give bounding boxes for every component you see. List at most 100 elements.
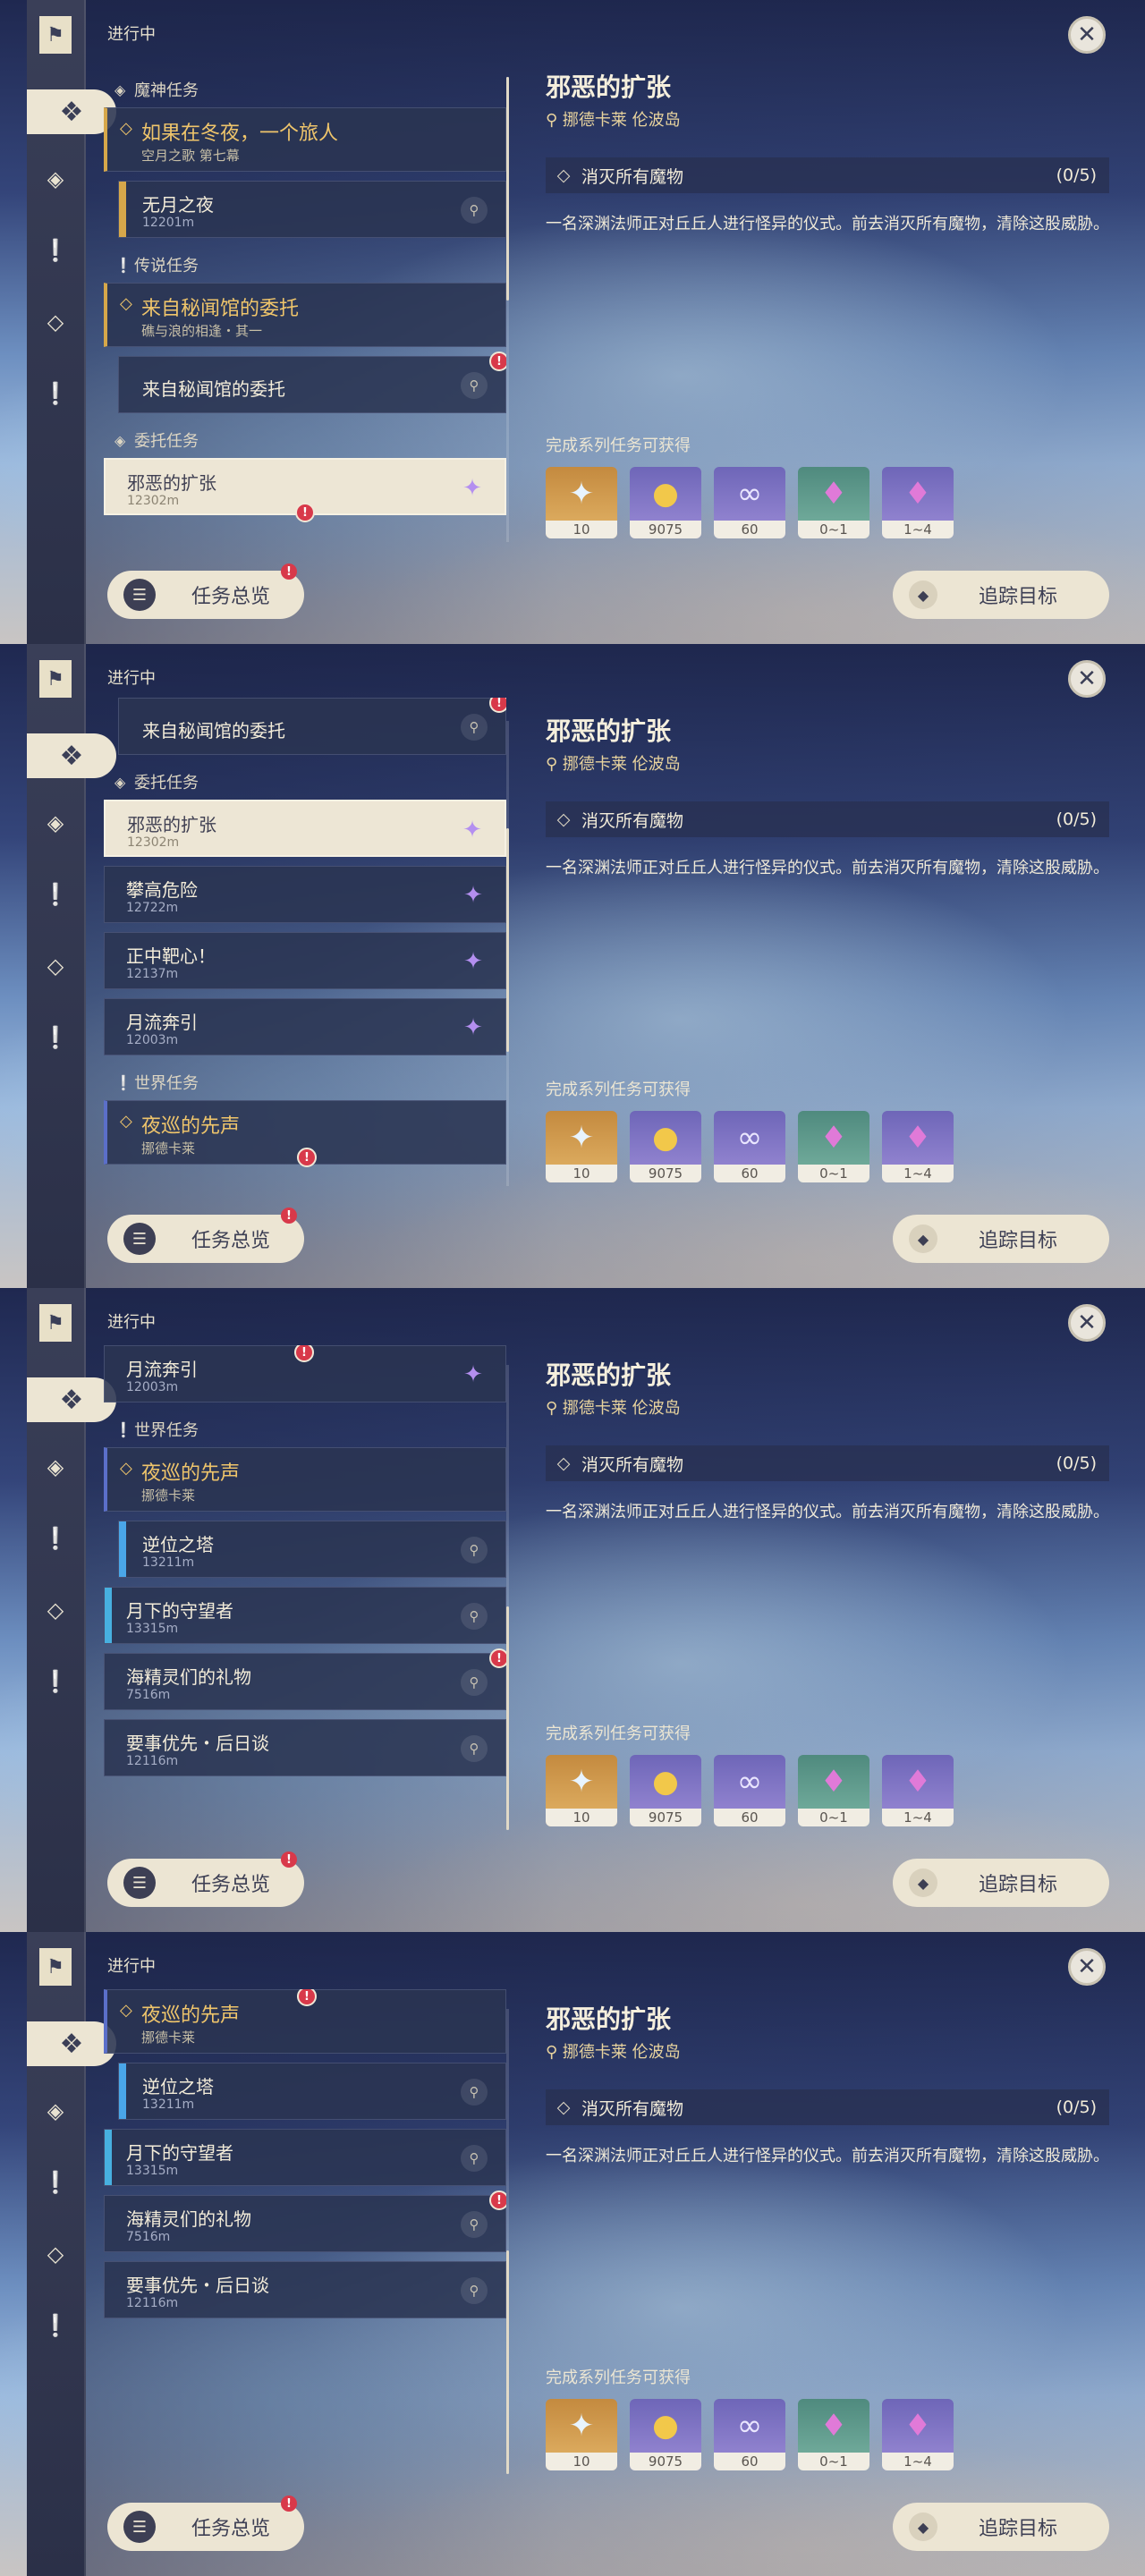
list-scrollbar[interactable]: [506, 2009, 509, 2474]
quest-moonflow[interactable]: 月流奔引 12003m ✦ !: [104, 1345, 506, 1402]
reward-item[interactable]: ♦ 0~1: [798, 1755, 869, 1826]
list-scrollbar[interactable]: [506, 721, 509, 1186]
locate-pin-icon[interactable]: ⚲: [461, 197, 488, 224]
quest-overview-button[interactable]: ☰ 任务总览!: [107, 1852, 304, 1907]
world-quest-tab-icon[interactable]: ❕: [38, 2308, 73, 2343]
archon-quest-tab-icon[interactable]: ◈: [38, 805, 73, 841]
locate-pin-icon[interactable]: ⚲: [461, 1669, 488, 1696]
legend-quest-tab-icon[interactable]: ❕: [38, 1521, 73, 1556]
quest-bookmark-icon[interactable]: ⚑: [39, 1948, 72, 1986]
reward-item[interactable]: ♦ 1~4: [882, 1755, 954, 1826]
crystal-ore-icon: ♦: [819, 1120, 848, 1156]
quest-evil-expansion[interactable]: 邪恶的扩张 12302m ✦ !: [104, 458, 506, 522]
reward-item[interactable]: ∞ 60: [714, 2399, 785, 2470]
all-quests-tab[interactable]: ❖: [27, 733, 116, 778]
quest-archon-main[interactable]: ◇ 如果在冬夜，一个旅人 空月之歌 第七幕: [104, 107, 506, 172]
quest-evil-expansion[interactable]: 邪恶的扩张 12302m ✦: [104, 800, 506, 857]
close-icon[interactable]: ✕: [1068, 1304, 1106, 1342]
quest-marker-icon: ◇: [120, 119, 132, 138]
legend-quest-tab-icon[interactable]: ❕: [38, 877, 73, 912]
reward-item[interactable]: ✦ 10: [546, 1755, 617, 1826]
track-target-button[interactable]: ◆ 追踪目标: [893, 1859, 1109, 1907]
commission-tab-icon[interactable]: ◇: [38, 1592, 73, 1628]
reward-item[interactable]: ● 9075: [630, 1755, 701, 1826]
quest-night-patrol[interactable]: ◇ 夜巡的先声 挪德卡莱: [104, 1447, 506, 1512]
reward-item[interactable]: ♦ 1~4: [882, 2399, 954, 2470]
locate-pin-icon[interactable]: ⚲: [461, 1735, 488, 1762]
quest-overview-button[interactable]: ☰ 任务总览!: [107, 2496, 304, 2551]
quest-reverse-tower[interactable]: 逆位之塔 13211m ⚲: [118, 1521, 506, 1578]
track-target-button[interactable]: ◆ 追踪目标: [893, 2503, 1109, 2551]
archon-quest-tab-icon[interactable]: ◈: [38, 161, 73, 197]
quest-priority-epilogue[interactable]: 要事优先・后日谈 12116m ⚲: [104, 2261, 506, 2318]
legend-quest-tab-icon[interactable]: ❕: [38, 2165, 73, 2200]
reward-item[interactable]: ✦ 10: [546, 2399, 617, 2470]
quest-moon-guard[interactable]: 月下的守望者 13315m ⚲: [104, 1587, 506, 1644]
reward-item[interactable]: ● 9075: [630, 467, 701, 538]
locate-pin-icon[interactable]: ⚲: [461, 2079, 488, 2106]
reward-item[interactable]: ♦ 0~1: [798, 2399, 869, 2470]
commission-tab-icon[interactable]: ◇: [38, 304, 73, 340]
quest-climb-danger[interactable]: 攀高危险 12722m ✦: [104, 866, 506, 923]
quest-overview-button[interactable]: ☰ 任务总览!: [107, 564, 304, 619]
quest-sprite-gift[interactable]: 海精灵们的礼物 7516m ⚲ !: [104, 2190, 506, 2252]
close-icon[interactable]: ✕: [1068, 16, 1106, 54]
quest-bookmark-icon[interactable]: ⚑: [39, 660, 72, 698]
all-quests-tab[interactable]: ❖: [27, 1377, 116, 1422]
quest-marker-icon: ◇: [120, 294, 132, 313]
quest-moon-guard[interactable]: 月下的守望者 13315m ⚲: [104, 2129, 506, 2186]
reward-item[interactable]: ∞ 60: [714, 1755, 785, 1826]
list-scrollbar[interactable]: [506, 77, 509, 542]
list-scrollbar[interactable]: [506, 1365, 509, 1830]
quest-bookmark-icon[interactable]: ⚑: [39, 1304, 72, 1342]
quest-legend-main[interactable]: ◇ 来自秘闻馆的委托 礁与浪的相逢・其一: [104, 283, 506, 347]
close-icon[interactable]: ✕: [1068, 1948, 1106, 1986]
legend-quest-tab-icon[interactable]: ❕: [38, 233, 73, 268]
locate-pin-icon[interactable]: ⚲: [461, 1603, 488, 1630]
quest-step-archon[interactable]: 无月之夜 12201m ⚲: [118, 181, 506, 238]
quest-location: ⚲ 挪德卡莱 伦波岛: [546, 1399, 681, 1418]
quest-night-patrol[interactable]: ◇ 夜巡的先声 挪德卡莱 !: [104, 1100, 506, 1167]
quest-moonflow[interactable]: 月流奔引 12003m ✦: [104, 998, 506, 1055]
reward-item[interactable]: ∞ 60: [714, 467, 785, 538]
commission-tab-icon[interactable]: ◇: [38, 948, 73, 984]
locate-pin-icon[interactable]: ⚲: [461, 372, 488, 399]
category-commission: ◈ 委托任务: [114, 773, 199, 793]
quest-night-patrol[interactable]: ◇ 夜巡的先声 挪德卡莱 !: [104, 1989, 506, 2054]
reward-item[interactable]: ✦ 10: [546, 467, 617, 538]
alert-icon: !: [281, 2496, 297, 2512]
reward-item[interactable]: ♦ 0~1: [798, 1111, 869, 1182]
reward-item[interactable]: ♦ 0~1: [798, 467, 869, 538]
reward-item[interactable]: ♦ 1~4: [882, 467, 954, 538]
quest-step-legend[interactable]: 来自秘闻馆的委托 ⚲ !: [118, 352, 506, 413]
reward-item[interactable]: ● 9075: [630, 2399, 701, 2470]
locate-pin-icon[interactable]: ⚲: [461, 2277, 488, 2304]
reward-item[interactable]: ✦ 10: [546, 1111, 617, 1182]
reward-item[interactable]: ∞ 60: [714, 1111, 785, 1182]
quest-bookmark-icon[interactable]: ⚑: [39, 16, 72, 54]
track-target-button[interactable]: ◆ 追踪目标: [893, 571, 1109, 619]
close-icon[interactable]: ✕: [1068, 660, 1106, 698]
quest-priority-epilogue[interactable]: 要事优先・后日谈 12116m ⚲: [104, 1719, 506, 1776]
archon-quest-tab-icon[interactable]: ◈: [38, 1449, 73, 1485]
locate-pin-icon[interactable]: ⚲: [461, 1537, 488, 1563]
all-quests-tab[interactable]: ❖: [27, 2021, 116, 2066]
world-quest-tab-icon[interactable]: ❕: [38, 1664, 73, 1699]
archon-quest-tab-icon[interactable]: ◈: [38, 2093, 73, 2129]
all-quests-tab[interactable]: ❖: [27, 89, 116, 134]
locate-pin-icon[interactable]: ⚲: [461, 2145, 488, 2172]
reward-item[interactable]: ♦ 1~4: [882, 1111, 954, 1182]
quest-overview-button[interactable]: ☰ 任务总览!: [107, 1208, 304, 1263]
track-target-button[interactable]: ◆ 追踪目标: [893, 1215, 1109, 1263]
quest-step-legend[interactable]: 来自秘闻馆的委托 ⚲ !: [118, 698, 506, 755]
world-quest-tab-icon[interactable]: ❕: [38, 376, 73, 411]
commission-crystal-icon: ✦: [462, 475, 482, 502]
quest-sprite-gift[interactable]: 海精灵们的礼物 7516m ⚲ !: [104, 1648, 506, 1710]
quest-reverse-tower[interactable]: 逆位之塔 13211m ⚲: [118, 2063, 506, 2120]
quest-bullseye[interactable]: 正中靶心！ 12137m ✦: [104, 932, 506, 989]
commission-tab-icon[interactable]: ◇: [38, 2236, 73, 2272]
world-quest-tab-icon[interactable]: ❕: [38, 1020, 73, 1055]
reward-item[interactable]: ● 9075: [630, 1111, 701, 1182]
locate-pin-icon[interactable]: ⚲: [461, 714, 488, 741]
locate-pin-icon[interactable]: ⚲: [461, 2211, 488, 2238]
